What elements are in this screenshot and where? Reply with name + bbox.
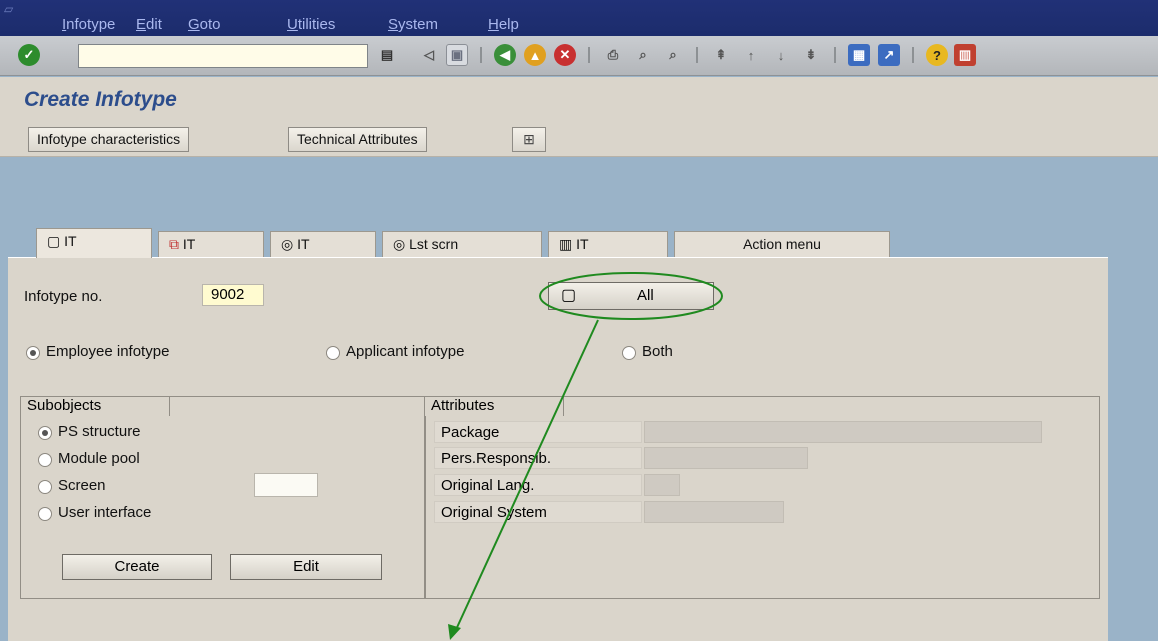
package-label: Package	[434, 421, 642, 443]
find-icon[interactable]: ⌕	[632, 44, 654, 66]
pers-responsible-field	[644, 447, 808, 469]
edit-button[interactable]: Edit	[230, 554, 382, 580]
back-arrow-icon[interactable]: ◁	[418, 44, 440, 66]
create-button[interactable]: Create	[62, 554, 212, 580]
tab-it-display-view[interactable]: ◎ IT	[270, 231, 376, 258]
screen-label: Screen	[58, 477, 106, 494]
infotype-no-label: Infotype no.	[24, 288, 103, 305]
print-icon[interactable]: ⎙	[602, 44, 624, 66]
radio-ps-structure[interactable]	[38, 426, 52, 440]
menu-infotype[interactable]: Infotype	[62, 16, 115, 33]
ps-structure-label: PS structure	[58, 423, 141, 440]
command-history-icon[interactable]: ▤	[376, 44, 398, 66]
main-panel: Infotype no. 9002 ▢ All Employee infotyp…	[8, 257, 1108, 641]
technical-attributes-button[interactable]: Technical Attributes	[288, 127, 427, 152]
package-field	[644, 421, 1042, 443]
sap-logo-icon: ▱	[4, 2, 14, 16]
module-pool-label: Module pool	[58, 450, 140, 467]
page-title: Create Infotype	[24, 88, 177, 111]
all-button-label: All	[637, 287, 654, 304]
all-button[interactable]: ▢ All	[548, 282, 714, 310]
user-interface-label: User interface	[58, 504, 152, 521]
screen-input[interactable]	[254, 473, 318, 497]
find-next-icon[interactable]: ⌕	[662, 44, 684, 66]
shortcut-icon[interactable]: ↗	[878, 44, 900, 66]
radio-screen[interactable]	[38, 480, 52, 494]
document-icon: ▢	[47, 233, 61, 249]
previous-page-icon[interactable]: ↑	[740, 44, 762, 66]
original-lang-label: Original Lang.	[434, 474, 642, 496]
original-lang-field	[644, 474, 680, 496]
original-system-field	[644, 501, 784, 523]
tab-it-copy[interactable]: ⧉ IT	[158, 231, 264, 258]
table-icon[interactable]: ⊞	[512, 127, 546, 152]
glasses-icon: ◎	[281, 236, 294, 252]
menu-edit[interactable]: Edit	[136, 16, 162, 33]
applicant-infotype-label: Applicant infotype	[346, 343, 465, 360]
create-session-icon[interactable]: ▦	[848, 44, 870, 66]
copy-icon: ⧉	[169, 236, 179, 252]
radio-module-pool[interactable]	[38, 453, 52, 467]
tab-label: IT	[182, 236, 196, 252]
menu-utilities[interactable]: Utilities	[287, 16, 335, 33]
tab-it-display[interactable]: ▢ IT	[36, 228, 152, 258]
save-icon[interactable]: ▣	[446, 44, 468, 66]
document-icon: ▢	[561, 287, 577, 304]
back-icon[interactable]: ◀	[494, 44, 516, 66]
radio-both[interactable]	[622, 346, 636, 360]
trash-icon: ▥	[559, 236, 573, 252]
pers-responsible-label: Pers.Responsib.	[434, 447, 642, 469]
menu-goto[interactable]: Goto	[188, 16, 221, 33]
original-system-label: Original System	[434, 501, 642, 523]
tab-it-delete[interactable]: ▥ IT	[548, 231, 668, 258]
title-bar: Create Infotype	[0, 77, 1158, 121]
menu-system[interactable]: System	[388, 16, 438, 33]
employee-infotype-label: Employee infotype	[46, 343, 170, 360]
tab-label: IT	[297, 236, 310, 252]
radio-applicant-infotype[interactable]	[326, 346, 340, 360]
subobjects-title: Subobjects	[20, 396, 170, 416]
tab-list-screen[interactable]: ◎ Lst scrn	[382, 231, 542, 258]
command-field[interactable]	[78, 44, 368, 68]
exit-icon[interactable]: ▲	[524, 44, 546, 66]
menu-help[interactable]: Help	[488, 16, 519, 33]
both-label: Both	[642, 343, 673, 360]
tab-label: Lst scrn	[409, 236, 459, 252]
standard-toolbar: ✓ ▤ ◁ ▣ ◀ ▲ ✕ ⎙ ⌕ ⌕ ⇞ ↑ ↓ ⇟ ▦ ↗ ? ▥	[0, 36, 1158, 76]
tab-label: Action menu	[743, 236, 821, 252]
last-page-icon[interactable]: ⇟	[800, 44, 822, 66]
infotype-no-input[interactable]: 9002	[202, 284, 264, 306]
tab-action-menu[interactable]: Action menu	[674, 231, 890, 258]
application-toolbar: Infotype characteristics Technical Attri…	[0, 121, 1158, 157]
enter-check-icon[interactable]: ✓	[18, 44, 40, 66]
radio-employee-infotype[interactable]	[26, 346, 40, 360]
first-page-icon[interactable]: ⇞	[710, 44, 732, 66]
layout-menu-icon[interactable]: ▥	[954, 44, 976, 66]
glasses-icon: ◎	[393, 236, 406, 252]
attributes-title: Attributes	[424, 396, 564, 416]
tab-label: IT	[64, 233, 77, 249]
help-icon[interactable]: ?	[926, 44, 948, 66]
infotype-characteristics-button[interactable]: Infotype characteristics	[28, 127, 190, 152]
next-page-icon[interactable]: ↓	[770, 44, 792, 66]
cancel-icon[interactable]: ✕	[554, 44, 576, 66]
radio-user-interface[interactable]	[38, 507, 52, 521]
tab-label: IT	[576, 236, 589, 252]
menu-bar: ▱ Infotype Edit Goto Utilities System He…	[0, 0, 1158, 36]
